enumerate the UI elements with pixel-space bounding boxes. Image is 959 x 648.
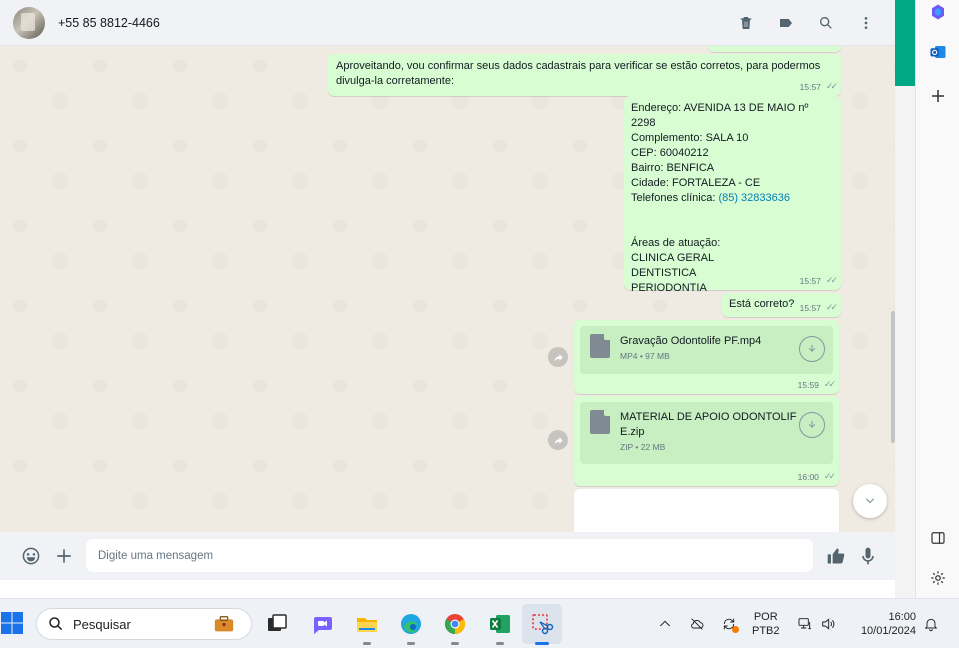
forward-icon[interactable] xyxy=(548,430,568,450)
running-indicator xyxy=(496,642,504,645)
task-view-icon[interactable] xyxy=(264,611,290,637)
scroll-down-button[interactable] xyxy=(853,484,887,518)
message-text: Endereço: AVENIDA 13 DE MAIO nº 2298 Com… xyxy=(631,102,809,294)
file-attachment[interactable]: Gravação Odontolife PF.mp4 MP4 • 97 MB xyxy=(580,326,833,374)
add-icon[interactable] xyxy=(928,86,948,106)
volume-icon[interactable] xyxy=(819,615,837,633)
file-attachment[interactable]: MATERIAL DE APOIO ODONTOLIF E.zip ZIP • … xyxy=(580,402,833,464)
document-icon xyxy=(590,334,610,358)
delete-chat-icon[interactable] xyxy=(737,14,755,32)
delivered-ticks-icon: ✓✓ xyxy=(823,379,836,389)
file-name: Gravação Odontolife PF.mp4 xyxy=(620,335,762,347)
delivered-ticks-icon: ✓✓ xyxy=(825,275,838,285)
excel-icon[interactable] xyxy=(487,611,513,645)
emoji-icon[interactable] xyxy=(20,545,42,567)
taskbar-search-box[interactable]: Pesquisar xyxy=(36,608,252,640)
snipping-tool-icon[interactable] xyxy=(529,611,555,645)
file-meta: MP4 • 97 MB xyxy=(620,351,670,361)
sync-icon[interactable] xyxy=(720,615,739,633)
teams-chat-icon[interactable] xyxy=(309,611,335,637)
delivered-ticks-icon: ✓✓ xyxy=(825,302,838,312)
message-input[interactable] xyxy=(86,539,813,572)
previous-message-bubble xyxy=(708,46,841,52)
thumbs-up-icon[interactable] xyxy=(825,545,847,567)
search-icon[interactable] xyxy=(817,14,835,32)
contact-name[interactable]: +55 85 8812-4466 xyxy=(58,16,160,30)
contact-avatar[interactable] xyxy=(13,6,45,39)
chat-body: Aproveitando, vou confirmar seus dados c… xyxy=(0,46,895,532)
message-time: 16:00 ✓✓ xyxy=(797,471,836,482)
running-indicator xyxy=(407,642,415,645)
network-icon[interactable] xyxy=(796,615,814,633)
settings-gear-icon[interactable] xyxy=(928,568,948,588)
file-message-bubble[interactable]: MATERIAL DE APOIO ODONTOLIF E.zip ZIP • … xyxy=(574,396,839,486)
search-icon xyxy=(49,617,63,631)
copilot-icon[interactable] xyxy=(928,2,948,22)
message-bubble[interactable]: Está correto? 15:57 ✓✓ xyxy=(722,293,841,317)
split-screen-icon[interactable] xyxy=(928,528,948,548)
file-explorer-icon[interactable] xyxy=(354,611,380,645)
search-label: Pesquisar xyxy=(73,616,131,632)
document-icon xyxy=(590,410,610,434)
delivered-ticks-icon: ✓✓ xyxy=(823,471,836,481)
edge-browser-icon[interactable] xyxy=(398,611,424,645)
file-message-bubble[interactable]: Gravação Odontolife PF.mp4 MP4 • 97 MB 1… xyxy=(574,320,839,394)
outlook-icon[interactable] xyxy=(928,42,948,62)
label-icon[interactable] xyxy=(777,14,795,32)
whatsapp-green-strip xyxy=(895,0,915,86)
microphone-icon[interactable] xyxy=(857,545,879,567)
delivered-ticks-icon: ✓✓ xyxy=(825,81,838,91)
message-time: 15:57 ✓✓ xyxy=(799,275,838,286)
message-bubble[interactable]: Aproveitando, vou confirmar seus dados c… xyxy=(328,54,841,96)
system-clock[interactable]: 16:00 10/01/2024 xyxy=(850,610,916,638)
message-time: 15:57 ✓✓ xyxy=(799,81,838,92)
message-bubble[interactable]: Endereço: AVENIDA 13 DE MAIO nº 2298 Com… xyxy=(624,96,841,294)
message-composer xyxy=(0,532,895,580)
briefcase-icon xyxy=(214,615,234,632)
input-language-indicator[interactable]: POR PTB2 xyxy=(752,610,780,638)
message-time: 15:59 ✓✓ xyxy=(797,379,836,390)
chevron-up-icon[interactable] xyxy=(656,615,674,633)
forward-icon[interactable] xyxy=(548,347,568,367)
message-text: Aproveitando, vou confirmar seus dados c… xyxy=(336,60,821,87)
phone-link[interactable]: (85) 32833636 xyxy=(718,192,790,204)
chevron-down-icon xyxy=(865,498,875,504)
chat-header: +55 85 8812-4466 xyxy=(0,0,895,46)
download-icon[interactable] xyxy=(799,412,825,438)
alert-dot xyxy=(732,626,739,633)
attach-plus-icon[interactable] xyxy=(53,545,75,567)
chrome-icon[interactable] xyxy=(442,611,468,645)
cloud-offline-icon[interactable] xyxy=(688,615,706,633)
file-name: MATERIAL DE APOIO ODONTOLIF E.zip xyxy=(620,411,797,438)
file-meta: ZIP • 22 MB xyxy=(620,442,666,452)
windows-taskbar: Pesquisar POR PTB2 16:00 10/01/2024 xyxy=(0,598,959,648)
running-indicator xyxy=(451,642,459,645)
running-indicator xyxy=(363,642,371,645)
notification-bell-icon[interactable] xyxy=(922,615,940,633)
menu-icon[interactable] xyxy=(857,14,875,32)
edge-sidebar xyxy=(915,0,959,598)
download-icon[interactable] xyxy=(799,336,825,362)
message-text: Está correto? xyxy=(729,298,795,310)
image-message-preview[interactable] xyxy=(574,489,839,532)
message-time: 15:57 ✓✓ xyxy=(799,302,838,313)
windows-start-icon[interactable] xyxy=(0,611,24,635)
running-indicator xyxy=(535,642,549,645)
